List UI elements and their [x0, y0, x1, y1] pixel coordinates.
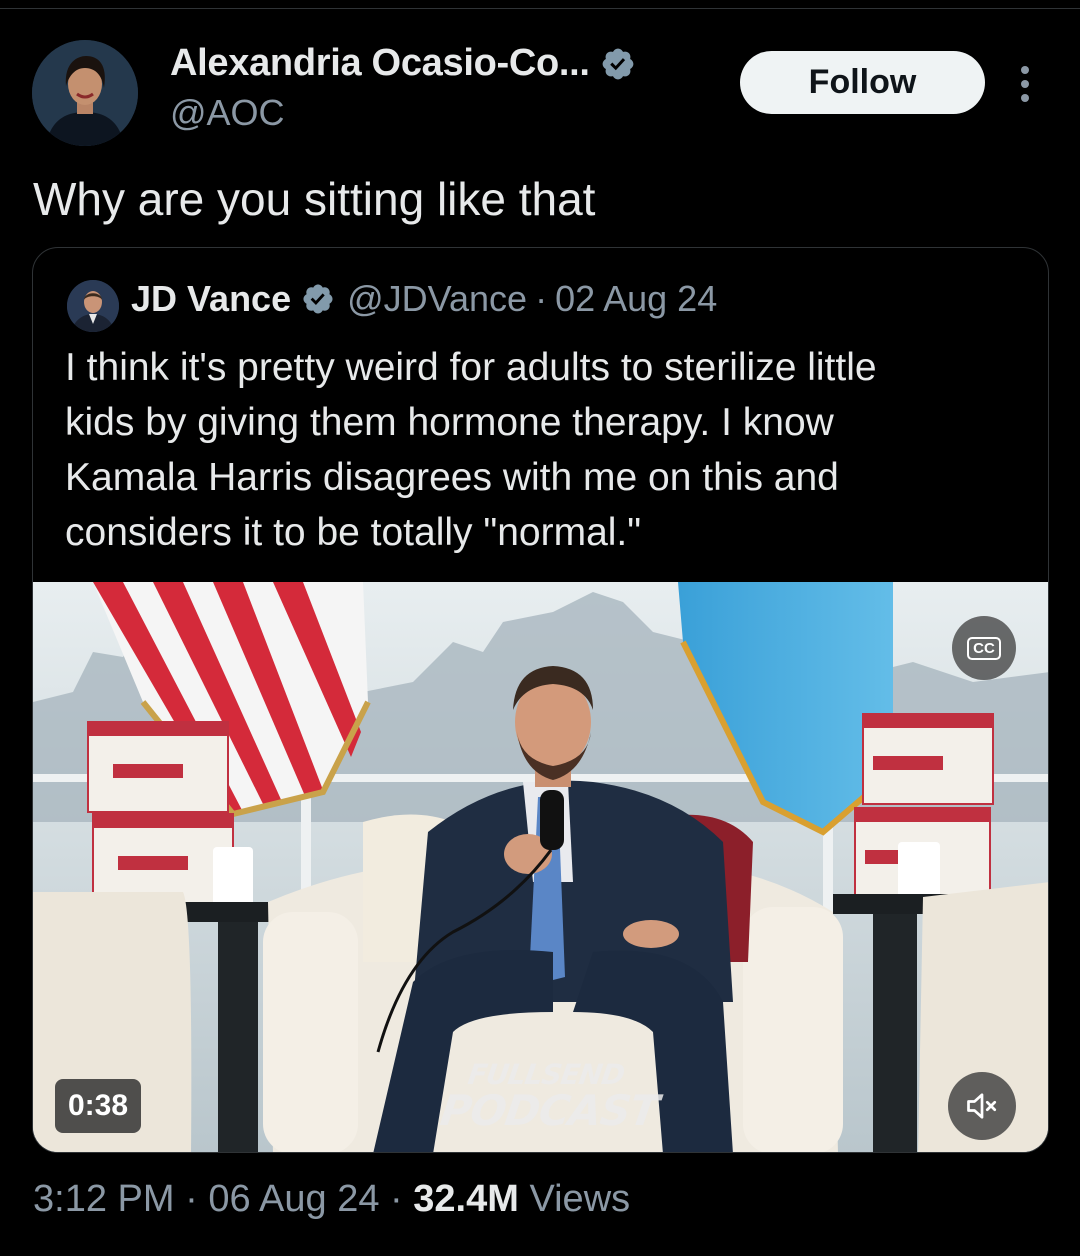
author-handle[interactable]: @AOC: [170, 92, 285, 134]
quoted-tweet-date: 02 Aug 24: [555, 278, 718, 319]
views-count[interactable]: 32.4M: [413, 1178, 519, 1220]
quoted-text-line: Kamala Harris disagrees with me on this …: [65, 456, 839, 499]
captions-button[interactable]: CC: [952, 616, 1016, 680]
author-display-name[interactable]: Alexandria Ocasio-Co...: [170, 42, 590, 85]
quoted-tweet-text: I think it's pretty weird for adults to …: [65, 340, 1025, 560]
meta-separator: ·: [390, 1178, 403, 1220]
quoted-author-avatar[interactable]: [67, 280, 119, 332]
views-label: Views: [529, 1178, 631, 1220]
mute-button[interactable]: [948, 1072, 1016, 1140]
verified-badge-icon[interactable]: [600, 46, 636, 82]
quoted-author-name[interactable]: JD Vance: [131, 278, 291, 320]
quoted-verified-badge-icon: [303, 284, 333, 314]
tweet-time[interactable]: 3:12 PM: [33, 1178, 175, 1220]
video-player[interactable]: CC FULLSEND PODCAST 0:38: [33, 582, 1048, 1152]
follow-button[interactable]: Follow: [740, 51, 985, 114]
tweet-meta: 3:12 PM · 06 Aug 24 · 32.4M Views: [33, 1178, 630, 1221]
author-avatar[interactable]: [32, 40, 138, 146]
cc-icon: CC: [967, 636, 1001, 660]
tweet-text: Why are you sitting like that: [33, 173, 596, 225]
quoted-tweet-card[interactable]: JD Vance @JDVance · 02 Aug 24 I think it…: [32, 247, 1049, 1153]
tweet-date[interactable]: 06 Aug 24: [208, 1178, 379, 1220]
more-vertical-icon[interactable]: [1010, 62, 1040, 106]
top-divider: [0, 8, 1080, 9]
quoted-text-line: considers it to be totally "normal.": [65, 511, 642, 554]
quoted-tweet-header: JD Vance @JDVance · 02 Aug 24: [131, 278, 717, 320]
meta-separator: ·: [185, 1178, 198, 1220]
video-duration-badge: 0:38: [55, 1079, 142, 1133]
podcast-watermark: FULLSEND PODCAST: [437, 1058, 661, 1135]
speaker-muted-icon: [967, 1093, 997, 1119]
author-name-row: Alexandria Ocasio-Co...: [170, 42, 636, 85]
meta-separator: ·: [535, 278, 548, 319]
quoted-author-handle[interactable]: @JDVance: [347, 278, 527, 320]
quoted-text-line: kids by giving them hormone therapy. I k…: [65, 401, 834, 444]
watermark-line2: PODCAST: [437, 1086, 661, 1135]
quoted-text-line: I think it's pretty weird for adults to …: [65, 346, 877, 389]
